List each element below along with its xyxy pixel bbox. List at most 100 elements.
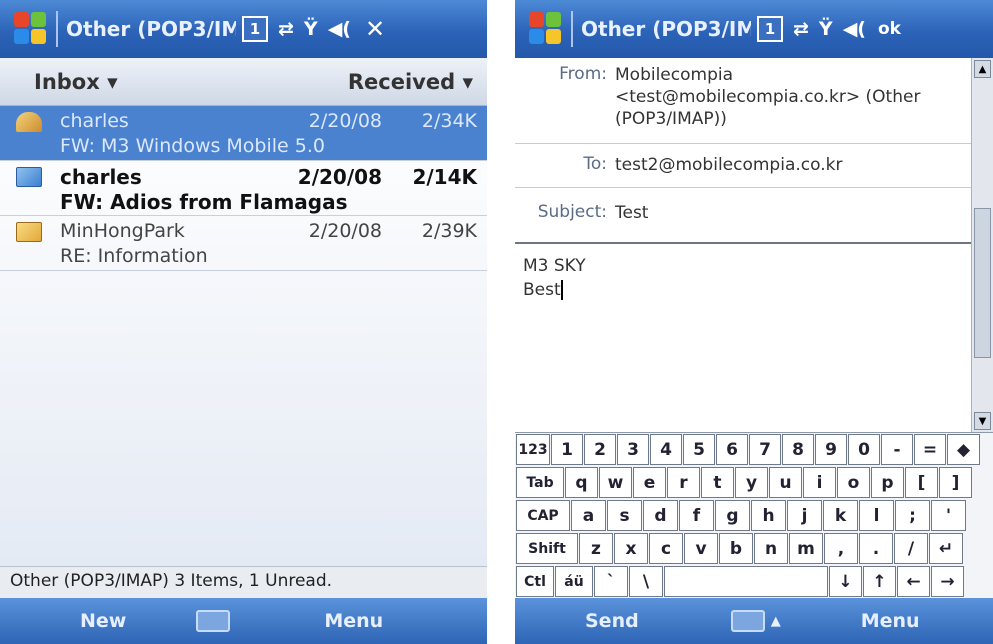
key[interactable]: v: [684, 533, 718, 564]
key[interactable]: 8: [782, 434, 814, 465]
key[interactable]: i: [803, 467, 836, 498]
key[interactable]: /: [894, 533, 928, 564]
up-arrow-key[interactable]: ↑: [863, 566, 896, 597]
key[interactable]: c: [649, 533, 683, 564]
key[interactable]: q: [565, 467, 598, 498]
key[interactable]: \: [629, 566, 663, 597]
scroll-down-icon[interactable]: ▼: [974, 412, 991, 430]
softkey-bar: Send ▲ Menu: [515, 598, 993, 644]
shift-key[interactable]: Shift: [516, 533, 578, 564]
key[interactable]: 9: [815, 434, 847, 465]
keyboard-icon[interactable]: [730, 610, 765, 632]
multitask-icon[interactable]: 1: [757, 16, 783, 42]
scroll-up-icon[interactable]: ▲: [974, 60, 991, 78]
from-label: From:: [559, 64, 607, 84]
multitask-icon[interactable]: 1: [242, 16, 268, 42]
windows-start-icon[interactable]: [529, 12, 563, 46]
text-caret: [560, 280, 563, 300]
right-arrow-key[interactable]: →: [931, 566, 964, 597]
key[interactable]: t: [701, 467, 734, 498]
menu-softkey[interactable]: Menu: [861, 610, 920, 632]
volume-icon[interactable]: ◀(: [843, 18, 866, 40]
key[interactable]: a: [571, 500, 606, 531]
left-arrow-key[interactable]: ←: [897, 566, 930, 597]
key[interactable]: 7: [749, 434, 781, 465]
key[interactable]: m: [789, 533, 823, 564]
key[interactable]: g: [715, 500, 750, 531]
key[interactable]: 6: [716, 434, 748, 465]
accent-key[interactable]: áü: [555, 566, 593, 597]
key[interactable]: ;: [895, 500, 930, 531]
signal-icon[interactable]: Ÿ: [304, 18, 318, 40]
send-softkey[interactable]: Send: [585, 610, 639, 632]
key[interactable]: z: [579, 533, 613, 564]
key[interactable]: ,: [824, 533, 858, 564]
key[interactable]: 1: [551, 434, 583, 465]
keyboard-row: CAP a s d f g h j k l ; ': [515, 499, 993, 532]
volume-icon[interactable]: ◀(: [328, 18, 351, 40]
windows-start-icon[interactable]: [14, 12, 48, 46]
message-subject: RE: Information: [60, 245, 208, 267]
message-row[interactable]: charles 2/20/08 2/14K FW: Adios from Flama…: [0, 161, 487, 216]
keyboard-row: 123 1 2 3 4 5 6 7 8 9 0 - = ◆: [515, 433, 993, 466]
key[interactable]: d: [643, 500, 678, 531]
sort-dropdown[interactable]: Received ▾: [348, 70, 473, 94]
key[interactable]: b: [719, 533, 753, 564]
message-row[interactable]: MinHongPark 2/20/08 2/39K RE: Information: [0, 216, 487, 271]
key[interactable]: l: [859, 500, 894, 531]
subject-field[interactable]: Subject: Test: [515, 188, 971, 244]
key[interactable]: `: [594, 566, 628, 597]
list-header: Inbox ▾ Received ▾: [0, 58, 487, 106]
key[interactable]: u: [769, 467, 802, 498]
key[interactable]: x: [614, 533, 648, 564]
message-row[interactable]: charles 2/20/08 2/34K FW: M3 Windows Mobil…: [0, 106, 487, 161]
key[interactable]: y: [735, 467, 768, 498]
sync-icon[interactable]: ⇄: [793, 18, 809, 40]
enter-key[interactable]: ↵: [929, 533, 963, 564]
sync-icon[interactable]: ⇄: [278, 18, 294, 40]
key[interactable]: 5: [683, 434, 715, 465]
ok-button[interactable]: ok: [878, 19, 901, 39]
key[interactable]: k: [823, 500, 858, 531]
key[interactable]: ': [931, 500, 966, 531]
close-icon[interactable]: ✕: [365, 15, 385, 43]
key[interactable]: f: [679, 500, 714, 531]
key[interactable]: o: [837, 467, 870, 498]
new-softkey[interactable]: New: [80, 610, 126, 632]
key[interactable]: [: [905, 467, 938, 498]
key[interactable]: .: [859, 533, 893, 564]
ctrl-key[interactable]: Ctl: [516, 566, 554, 597]
from-field[interactable]: From: Mobilecompia <test@mobilecompia.co…: [515, 58, 971, 144]
backspace-key[interactable]: ◆: [947, 434, 980, 465]
signal-icon[interactable]: Ÿ: [819, 18, 833, 40]
key[interactable]: 3: [617, 434, 649, 465]
key[interactable]: p: [871, 467, 904, 498]
key[interactable]: j: [787, 500, 822, 531]
vertical-scrollbar[interactable]: ▲ ▼: [971, 58, 993, 432]
key[interactable]: r: [667, 467, 700, 498]
key[interactable]: 0: [848, 434, 880, 465]
key[interactable]: s: [607, 500, 642, 531]
to-field[interactable]: To: test2@mobilecompia.co.kr: [515, 144, 971, 188]
key[interactable]: h: [751, 500, 786, 531]
caps-key[interactable]: CAP: [516, 500, 570, 531]
key[interactable]: ]: [939, 467, 972, 498]
message-body[interactable]: M3 SKY Best: [523, 254, 586, 302]
space-key[interactable]: [664, 566, 828, 597]
menu-softkey[interactable]: Menu: [324, 610, 383, 632]
key[interactable]: w: [599, 467, 632, 498]
key-123[interactable]: 123: [516, 434, 550, 465]
key[interactable]: 4: [650, 434, 682, 465]
key[interactable]: 2: [584, 434, 616, 465]
keyboard-icon[interactable]: [196, 610, 231, 632]
message-date: 2/20/08: [308, 110, 382, 132]
down-arrow-key[interactable]: ↓: [829, 566, 862, 597]
tab-key[interactable]: Tab: [516, 467, 564, 498]
key[interactable]: =: [914, 434, 946, 465]
key[interactable]: e: [633, 467, 666, 498]
key[interactable]: n: [754, 533, 788, 564]
folder-dropdown[interactable]: Inbox ▾: [34, 70, 118, 94]
keyboard-menu-arrow-icon[interactable]: ▲: [771, 614, 781, 629]
scroll-thumb[interactable]: [974, 208, 991, 358]
key[interactable]: -: [881, 434, 913, 465]
